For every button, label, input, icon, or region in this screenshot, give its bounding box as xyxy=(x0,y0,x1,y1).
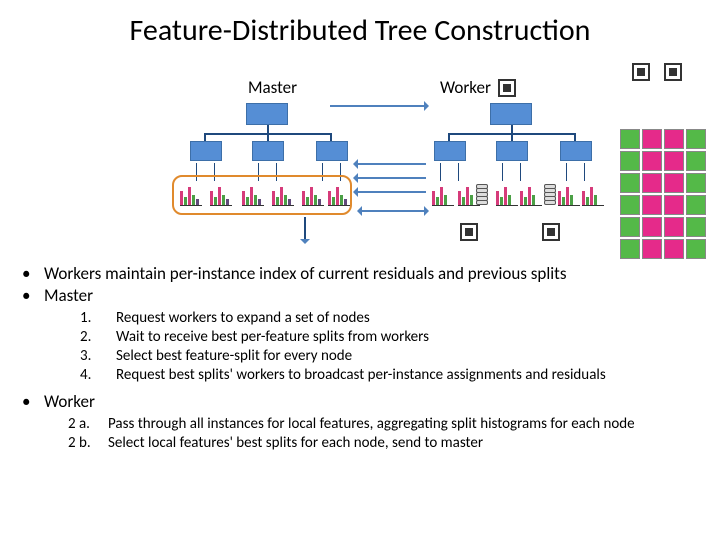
worker-root-node xyxy=(490,103,532,125)
worker-mid-node xyxy=(496,141,528,161)
master-mid-node xyxy=(190,141,222,161)
split-histogram-icon xyxy=(558,185,582,205)
split-histogram-icon xyxy=(242,185,266,205)
split-histogram-icon xyxy=(496,185,520,205)
cpu-icon xyxy=(632,63,650,81)
feature-matrix xyxy=(620,129,706,259)
bullet-worker: Worker xyxy=(20,391,700,413)
master-root-node xyxy=(246,103,288,125)
page-title: Feature-Distributed Tree Construction xyxy=(0,0,720,55)
split-histogram-icon xyxy=(582,185,606,205)
arrow-down-head xyxy=(300,239,310,249)
worker-label: Worker xyxy=(440,77,491,98)
architecture-diagram: Master Worker xyxy=(0,55,720,255)
master-steps: 1.Request workers to expand a set of nod… xyxy=(80,309,700,386)
split-histogram-icon xyxy=(210,185,234,205)
cpu-icon xyxy=(460,223,478,241)
arrow-worker-to-master xyxy=(356,191,426,193)
bullet-workers-index: Workers maintain per-instance index of c… xyxy=(20,263,700,285)
bullet-master: Master xyxy=(20,285,700,307)
arrow-bidirectional xyxy=(360,210,426,212)
storage-icon xyxy=(476,185,488,213)
split-histogram-icon xyxy=(180,185,204,205)
description-text: Workers maintain per-instance index of c… xyxy=(0,255,720,453)
split-histogram-icon xyxy=(302,185,326,205)
worker-mid-node xyxy=(560,141,592,161)
master-mid-node xyxy=(252,141,284,161)
split-histogram-icon xyxy=(432,185,456,205)
master-label: Master xyxy=(248,77,297,98)
cpu-icon xyxy=(542,223,560,241)
cpu-icon xyxy=(498,79,516,97)
arrow-worker-to-master xyxy=(356,177,426,179)
split-histogram-icon xyxy=(272,185,296,205)
master-mid-node xyxy=(316,141,348,161)
arrow-worker-to-master xyxy=(356,163,426,165)
worker-steps: 2 a.Pass through all instances for local… xyxy=(68,415,700,453)
cpu-icon xyxy=(664,63,682,81)
worker-mid-node xyxy=(434,141,466,161)
storage-icon xyxy=(544,185,556,213)
split-histogram-icon xyxy=(520,185,544,205)
arrow-master-to-worker xyxy=(330,105,426,107)
arrow-down xyxy=(304,217,306,241)
